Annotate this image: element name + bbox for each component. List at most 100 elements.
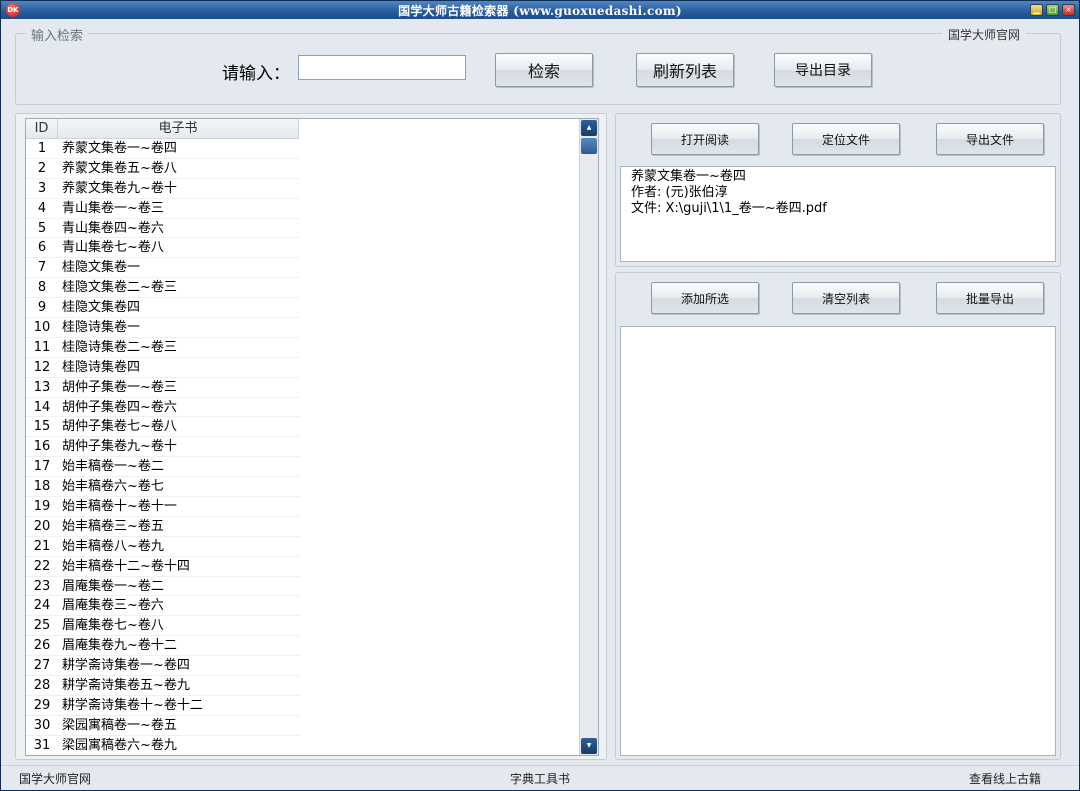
column-header-ebook[interactable]: 电子书 bbox=[58, 119, 299, 139]
row-ebook-name: 桂隐诗集卷二~卷三 bbox=[62, 339, 177, 355]
row-id: 5 bbox=[37, 220, 47, 236]
batch-export-button[interactable]: 批量导出 bbox=[936, 282, 1044, 314]
table-row[interactable]: 18 始丰稿卷六~卷七 bbox=[26, 477, 300, 498]
row-ebook-name: 始丰稿卷十二~卷十四 bbox=[62, 558, 190, 574]
table-row[interactable]: 17 始丰稿卷一~卷二 bbox=[26, 457, 300, 478]
minimize-icon[interactable]: ▁ bbox=[1030, 4, 1043, 16]
table-row[interactable]: 24 眉庵集卷三~卷六 bbox=[26, 596, 300, 617]
table-row[interactable]: 20 始丰稿卷三~卷五 bbox=[26, 517, 300, 537]
batch-export-panel: 添加所选 清空列表 批量导出 bbox=[615, 272, 1061, 760]
list-scrollbar[interactable]: ▲ ▼ bbox=[579, 119, 598, 755]
row-ebook-name: 胡仲子集卷一~卷三 bbox=[62, 379, 177, 395]
row-id: 3 bbox=[37, 180, 47, 196]
row-ebook-name: 始丰稿卷一~卷二 bbox=[62, 459, 164, 475]
row-ebook-name: 胡仲子集卷七~卷八 bbox=[62, 419, 177, 435]
table-row[interactable]: 6 青山集卷七~卷八 bbox=[26, 238, 300, 259]
title-bar[interactable]: DK 国学大师古籍检索器 (www.guoxuedashi.com) ▁ □ × bbox=[1, 1, 1079, 19]
row-id: 7 bbox=[37, 260, 47, 276]
row-ebook-name: 眉庵集卷七~卷八 bbox=[62, 618, 164, 634]
app-window: DK 国学大师古籍检索器 (www.guoxuedashi.com) ▁ □ ×… bbox=[0, 0, 1080, 791]
table-row[interactable]: 30 梁园寓稿卷一~卷五 bbox=[26, 716, 300, 736]
table-row[interactable]: 10 桂隐诗集卷一 bbox=[26, 318, 300, 338]
file-info-author: 作者: (元)张伯淳 bbox=[631, 185, 728, 200]
table-row[interactable]: 23 眉庵集卷一~卷二 bbox=[26, 577, 300, 597]
row-ebook-name: 始丰稿卷六~卷七 bbox=[62, 479, 164, 495]
status-online-books-link[interactable]: 查看线上古籍 bbox=[969, 770, 1041, 787]
row-id: 12 bbox=[33, 359, 51, 375]
row-id: 31 bbox=[33, 737, 51, 753]
table-row[interactable]: 13 胡仲子集卷一~卷三 bbox=[26, 378, 300, 398]
open-read-button[interactable]: 打开阅读 bbox=[651, 123, 759, 155]
locate-file-button[interactable]: 定位文件 bbox=[792, 123, 900, 155]
search-input[interactable] bbox=[298, 55, 466, 80]
add-selected-button[interactable]: 添加所选 bbox=[651, 282, 759, 314]
book-list[interactable]: ID 电子书 1 养蒙文集卷一~卷四 2 养蒙文集卷五~卷八 3 养蒙文集卷九~卷十 4 青山… bbox=[25, 118, 599, 756]
search-label: 请输入： bbox=[222, 64, 290, 84]
list-rows: 1 养蒙文集卷一~卷四 2 养蒙文集卷五~卷八 3 养蒙文集卷九~卷十 4 青山集卷一~卷三 5… bbox=[26, 139, 300, 755]
table-row[interactable]: 8 桂隐文集卷二~卷三 bbox=[26, 278, 300, 299]
table-row[interactable]: 15 胡仲子集卷七~卷八 bbox=[26, 417, 300, 438]
row-id: 13 bbox=[33, 379, 51, 395]
row-ebook-name: 桂隐文集卷二~卷三 bbox=[62, 280, 177, 296]
table-row[interactable]: 4 青山集卷一~卷三 bbox=[26, 199, 300, 219]
row-id: 22 bbox=[33, 558, 51, 574]
batch-list-box[interactable] bbox=[620, 326, 1056, 756]
row-id: 23 bbox=[33, 578, 51, 594]
table-row[interactable]: 11 桂隐诗集卷二~卷三 bbox=[26, 338, 300, 358]
table-row[interactable]: 31 梁园寓稿卷六~卷九 bbox=[26, 736, 300, 755]
table-row[interactable]: 5 青山集卷四~卷六 bbox=[26, 219, 300, 239]
table-row[interactable]: 29 耕学斋诗集卷十~卷十二 bbox=[26, 696, 300, 716]
row-ebook-name: 桂隐诗集卷一 bbox=[62, 320, 141, 336]
row-ebook-name: 桂隐诗集卷四 bbox=[62, 359, 141, 375]
file-info-box[interactable]: 养蒙文集卷一~卷四 作者: (元)张伯淳 文件: X:\guji\1\1_卷一~… bbox=[620, 166, 1056, 262]
table-row[interactable]: 28 耕学斋诗集卷五~卷九 bbox=[26, 676, 300, 696]
maximize-icon[interactable]: □ bbox=[1046, 4, 1059, 16]
row-ebook-name: 桂隐文集卷四 bbox=[62, 300, 141, 316]
row-ebook-name: 耕学斋诗集卷一~卷四 bbox=[62, 658, 190, 674]
table-row[interactable]: 27 耕学斋诗集卷一~卷四 bbox=[26, 656, 300, 677]
row-ebook-name: 青山集卷七~卷八 bbox=[62, 240, 164, 256]
table-row[interactable]: 19 始丰稿卷十~卷十一 bbox=[26, 497, 300, 517]
book-list-panel: ID 电子书 1 养蒙文集卷一~卷四 2 养蒙文集卷五~卷八 3 养蒙文集卷九~卷十 4 青山… bbox=[15, 113, 607, 760]
column-header-id[interactable]: ID bbox=[26, 119, 58, 139]
scroll-up-icon[interactable]: ▲ bbox=[581, 120, 597, 136]
row-id: 16 bbox=[33, 439, 51, 455]
table-row[interactable]: 3 养蒙文集卷九~卷十 bbox=[26, 179, 300, 199]
refresh-list-button[interactable]: 刷新列表 bbox=[636, 53, 734, 87]
row-id: 11 bbox=[33, 339, 51, 355]
row-id: 27 bbox=[33, 658, 51, 674]
table-row[interactable]: 9 桂隐文集卷四 bbox=[26, 298, 300, 319]
search-group: 输入检索 国学大师官网 请输入： 检索 刷新列表 导出目录 bbox=[15, 25, 1061, 105]
search-button[interactable]: 检索 bbox=[495, 53, 593, 87]
search-group-legend: 输入检索 bbox=[26, 25, 89, 44]
export-file-button[interactable]: 导出文件 bbox=[936, 123, 1044, 155]
row-ebook-name: 耕学斋诗集卷五~卷九 bbox=[62, 678, 190, 694]
table-row[interactable]: 22 始丰稿卷十二~卷十四 bbox=[26, 557, 300, 577]
scroll-down-icon[interactable]: ▼ bbox=[581, 738, 597, 754]
row-ebook-name: 始丰稿卷三~卷五 bbox=[62, 518, 164, 534]
row-ebook-name: 桂隐文集卷一 bbox=[62, 260, 141, 276]
row-id: 9 bbox=[37, 300, 47, 316]
scroll-thumb[interactable] bbox=[581, 138, 597, 154]
file-info-path: 文件: X:\guji\1\1_卷一~卷四.pdf bbox=[631, 201, 827, 216]
table-row[interactable]: 1 养蒙文集卷一~卷四 bbox=[26, 139, 300, 159]
table-row[interactable]: 26 眉庵集卷九~卷十二 bbox=[26, 636, 300, 657]
table-row[interactable]: 16 胡仲子集卷九~卷十 bbox=[26, 437, 300, 458]
table-row[interactable]: 12 桂隐诗集卷四 bbox=[26, 358, 300, 378]
row-id: 1 bbox=[37, 141, 47, 156]
status-dictionary-link[interactable]: 字典工具书 bbox=[1, 770, 1079, 787]
table-row[interactable]: 2 养蒙文集卷五~卷八 bbox=[26, 159, 300, 179]
row-id: 28 bbox=[33, 678, 51, 694]
export-catalog-button[interactable]: 导出目录 bbox=[774, 53, 872, 87]
close-icon[interactable]: × bbox=[1062, 4, 1075, 16]
row-id: 17 bbox=[33, 459, 51, 475]
table-row[interactable]: 21 始丰稿卷八~卷九 bbox=[26, 537, 300, 557]
clear-list-button[interactable]: 清空列表 bbox=[792, 282, 900, 314]
table-row[interactable]: 7 桂隐文集卷一 bbox=[26, 258, 300, 279]
table-row[interactable]: 25 眉庵集卷七~卷八 bbox=[26, 616, 300, 637]
row-ebook-name: 梁园寓稿卷六~卷九 bbox=[62, 737, 177, 753]
official-site-link[interactable]: 国学大师官网 bbox=[941, 26, 1026, 43]
table-row[interactable]: 14 胡仲子集卷四~卷六 bbox=[26, 398, 300, 418]
row-ebook-name: 青山集卷四~卷六 bbox=[62, 220, 164, 236]
row-id: 19 bbox=[33, 499, 51, 515]
